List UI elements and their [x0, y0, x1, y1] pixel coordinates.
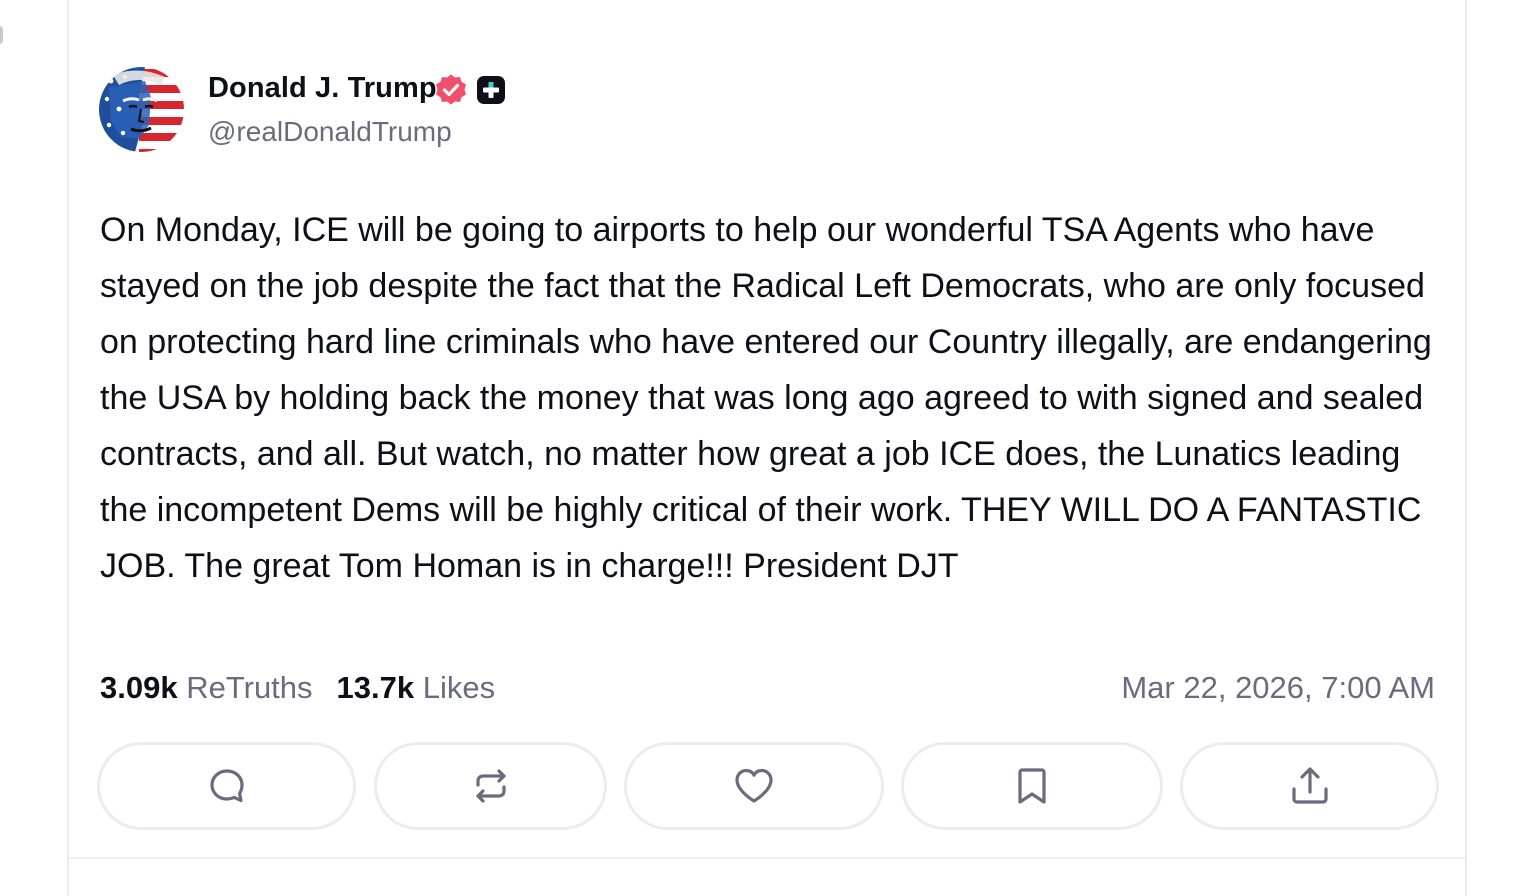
plus-badge-icon [476, 75, 506, 105]
post-timestamp[interactable]: Mar 22, 2026, 7:00 AM [1121, 670, 1435, 706]
retruth-button[interactable] [374, 742, 607, 830]
reply-button[interactable] [97, 742, 356, 830]
likes-stat[interactable]: 13.7k Likes [337, 670, 496, 705]
share-icon [1291, 767, 1328, 804]
retruths-count: 3.09k [100, 670, 178, 705]
post-body: On Monday, ICE will be going to airports… [100, 211, 1432, 585]
author-name[interactable]: Donald J. Trump [208, 72, 437, 105]
like-button[interactable] [624, 742, 884, 830]
reply-icon [209, 769, 244, 803]
retruths-stat[interactable]: 3.09k ReTruths [100, 670, 313, 705]
author-handle[interactable]: @realDonaldTrump [208, 116, 452, 148]
likes-label: Likes [422, 670, 496, 705]
page: Donald J. Trump @realDonaldTrump On Mond… [0, 0, 1526, 896]
bookmark-button[interactable] [901, 742, 1163, 830]
heart-icon [735, 768, 773, 803]
verified-badge-icon [434, 73, 468, 107]
likes-count: 13.7k [336, 670, 415, 705]
scroll-edge-marker [0, 26, 3, 44]
retruths-label: ReTruths [186, 670, 313, 705]
share-button[interactable] [1180, 742, 1439, 830]
bookmark-icon [1018, 768, 1046, 804]
retruth-icon [475, 769, 506, 803]
card-divider [69, 857, 1465, 859]
avatar[interactable] [99, 67, 184, 152]
post-stats: 3.09k ReTruths 13.7k Likes [100, 670, 495, 706]
